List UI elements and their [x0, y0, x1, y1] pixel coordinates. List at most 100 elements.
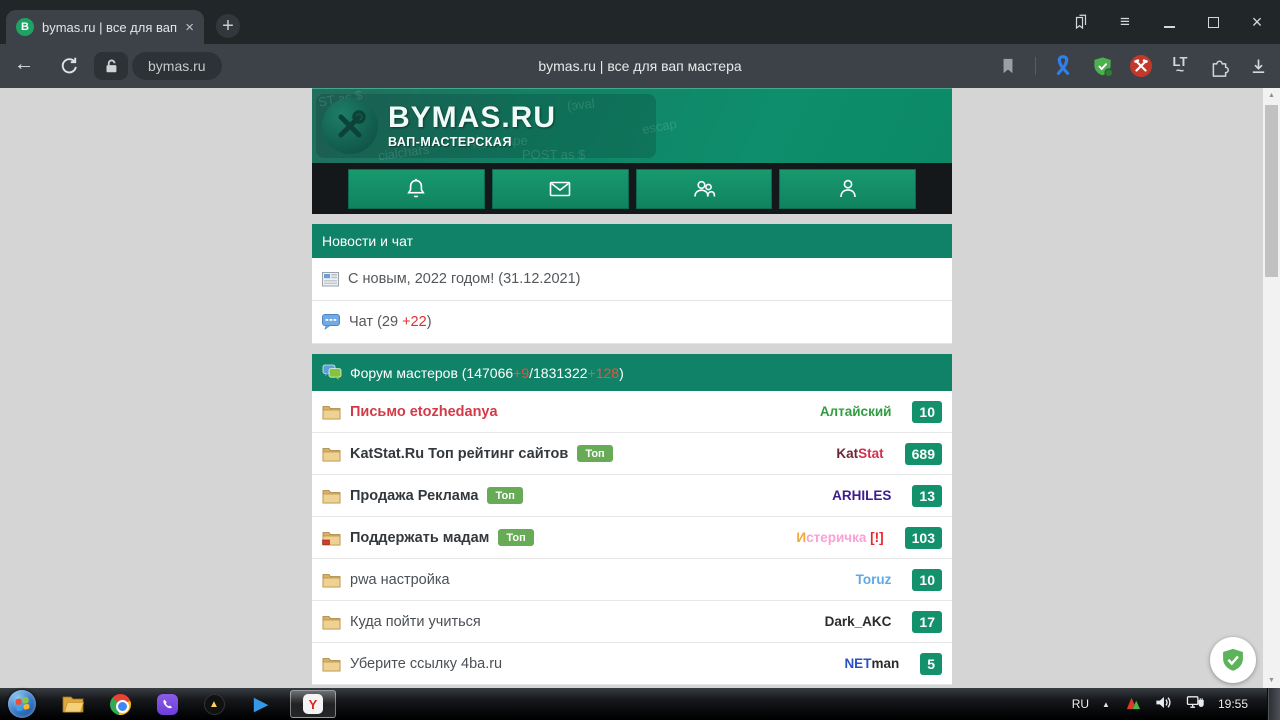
minimize-button[interactable] [1160, 13, 1178, 31]
forum-header: Форум мастеров (147066+9/1831322+128) [312, 354, 952, 391]
scroll-thumb[interactable] [1265, 105, 1278, 277]
chrome-icon[interactable] [107, 691, 133, 717]
profile-button[interactable] [779, 169, 916, 209]
topic-title: Куда пойти учиться [350, 614, 481, 630]
site-content: BYMAS.RU ВАП-МАСТЕРСКАЯ ST as $sql_escap… [312, 88, 952, 685]
forum-row[interactable]: Уберите ссылку 4ba.ru NETman 5 [312, 643, 952, 685]
topic-author: Dark_AKC [825, 614, 892, 629]
toolbar-separator [1035, 57, 1036, 75]
maximize-button[interactable] [1204, 13, 1222, 31]
author-name-part: Kat [836, 446, 858, 461]
liveinternet-counter-icon[interactable]: LT ~ [1168, 54, 1192, 78]
forum-row[interactable]: pwa настройка Toruz 10 [312, 559, 952, 601]
site-name: BYMAS.RU [388, 103, 556, 133]
folder-icon [322, 446, 341, 462]
tab-close-icon[interactable]: × [185, 20, 194, 35]
monitor-graph-tray-icon[interactable] [1123, 694, 1141, 714]
adguard-shield-icon[interactable] [1090, 54, 1114, 78]
browser-menu-icon[interactable]: ≡ [1116, 13, 1134, 31]
chat-icon [322, 314, 340, 330]
topic-title: pwa настройка [350, 572, 450, 588]
chat-new-count: +22 [402, 314, 427, 330]
quick-nav-strip [312, 163, 952, 214]
reply-count-badge: 10 [912, 569, 942, 591]
forum-row[interactable]: Куда пойти учиться Dark_AKC 17 [312, 601, 952, 643]
topic-author: KatStat [836, 446, 883, 461]
language-indicator[interactable]: RU [1072, 697, 1089, 711]
reload-button[interactable] [58, 55, 79, 81]
sidebar-panel-icon[interactable] [1072, 13, 1090, 31]
start-button[interactable] [8, 690, 36, 718]
explorer-icon[interactable] [60, 691, 86, 717]
browser-tab[interactable]: B bymas.ru | все для вап м × [6, 10, 204, 44]
toolbar-right-icons: LT ~ [996, 44, 1270, 88]
scroll-up-arrow[interactable]: ▲ [1268, 88, 1275, 103]
adguard-assistant-button[interactable] [1210, 637, 1256, 683]
page-scrollbar[interactable]: ▲ ▼ [1263, 88, 1280, 688]
topic-author: Истеричка [!] [796, 530, 883, 545]
folder-icon [322, 488, 341, 504]
address-bar[interactable]: bymas.ru [132, 52, 222, 80]
yandex-browser-icon: Y [303, 694, 323, 714]
extensions-puzzle-icon[interactable] [1207, 54, 1231, 78]
users-button[interactable] [636, 169, 773, 209]
tray-expand-icon[interactable]: ▲ [1102, 700, 1110, 709]
topic-title: KatStat.Ru Топ рейтинг сайтов [350, 446, 568, 462]
bookmark-icon[interactable] [996, 54, 1020, 78]
logo-text: BYMAS.RU ВАП-МАСТЕРСКАЯ [388, 103, 556, 149]
topic-title: Продажа Реклама [350, 488, 478, 504]
taskbar-clock[interactable]: 19:55 [1218, 697, 1248, 711]
windows-flag-icon [15, 697, 29, 712]
news-header: Новости и чат [312, 224, 952, 258]
forum-row[interactable]: Продажа Реклама Топ ARHILES 13 [312, 475, 952, 517]
scroll-down-arrow[interactable]: ▼ [1268, 673, 1275, 688]
folder-icon [322, 404, 341, 420]
author-name-part: стеричка [806, 530, 866, 545]
new-tab-button[interactable]: + [216, 14, 240, 38]
reply-count-badge: 5 [920, 653, 942, 675]
browser-tab-bar: B bymas.ru | все для вап м × + ≡ × [0, 0, 1280, 44]
author-name-part: [!] [866, 530, 883, 545]
volume-tray-icon[interactable] [1154, 694, 1173, 714]
back-button[interactable]: ← [14, 53, 34, 76]
reply-count-badge: 10 [912, 401, 942, 423]
topic-title: Уберите ссылку 4ba.ru [350, 656, 502, 672]
site-banner[interactable]: BYMAS.RU ВАП-МАСТЕРСКАЯ ST as $sql_escap… [312, 88, 952, 163]
topic-title: Письмо etozhedanya [350, 404, 498, 420]
site-security-button[interactable] [94, 52, 128, 80]
forum-row[interactable]: KatStat.Ru Топ рейтинг сайтов Топ KatSta… [312, 433, 952, 475]
viber-icon[interactable] [154, 691, 180, 717]
ribbon-extension-icon[interactable] [1051, 54, 1075, 78]
forum-header-label: Форум мастеров (147066+9/1831322+128) [350, 365, 624, 381]
site-logo-icon [322, 98, 378, 154]
forum-row[interactable]: Поддержать мадам Топ Истеричка [!] 103 [312, 517, 952, 559]
reply-count-badge: 13 [912, 485, 942, 507]
chat-item[interactable]: Чат (29 +22) [312, 301, 952, 344]
chat-label: Чат (29 +22) [349, 314, 432, 330]
site-favicon: B [16, 18, 34, 36]
topic-author: ARHILES [832, 488, 891, 503]
yandex-browser-taskbar-button[interactable]: Y [290, 690, 336, 718]
page-viewport: BYMAS.RU ВАП-МАСТЕРСКАЯ ST as $sql_escap… [0, 88, 1280, 688]
downloads-icon[interactable] [1246, 54, 1270, 78]
close-window-button[interactable]: × [1248, 13, 1266, 31]
news-item[interactable]: С новым, 2022 годом! (31.12.2021) [312, 258, 952, 301]
author-name-part: Алтайский [820, 404, 892, 419]
news-panel: Новости и чат С новым, 2022 годом! (31.1… [312, 224, 952, 344]
taskbar: ▲ ▶ Y RU ▲ [0, 688, 1280, 720]
author-name-part: NET [844, 656, 871, 671]
network-tray-icon[interactable] [1186, 694, 1205, 714]
window-controls: ≡ × [1072, 4, 1266, 40]
forum-panel: Форум мастеров (147066+9/1831322+128) Пи… [312, 354, 952, 685]
forum-row[interactable]: Письмо etozhedanya Алтайский 10 [312, 391, 952, 433]
notifications-button[interactable] [348, 169, 485, 209]
hammer-extension-icon[interactable] [1129, 54, 1153, 78]
media-player-icon[interactable]: ▶ [248, 691, 274, 717]
author-name-part: ARHILES [832, 488, 891, 503]
aimp-icon[interactable]: ▲ [201, 691, 227, 717]
messages-button[interactable] [492, 169, 629, 209]
show-desktop-button[interactable] [1267, 688, 1280, 720]
author-name-part: Dark_AKC [825, 614, 892, 629]
scroll-track[interactable] [1263, 103, 1280, 673]
topic-author: Toruz [856, 572, 892, 587]
